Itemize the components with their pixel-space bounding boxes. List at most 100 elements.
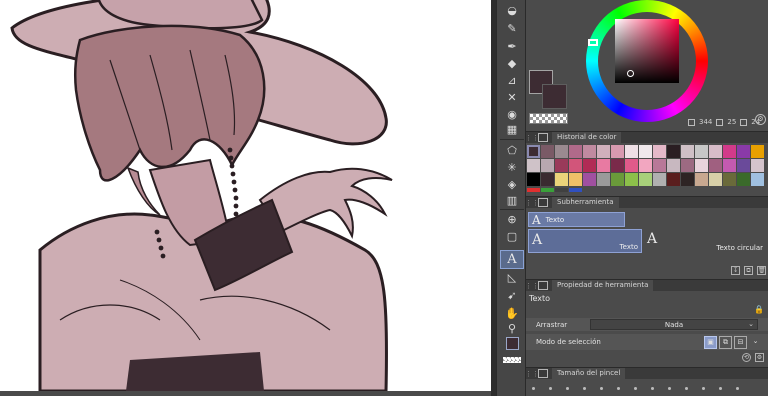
color-history-swatch[interactable] (751, 145, 764, 158)
panel-grip-icon[interactable]: ⋮⋮ (525, 368, 539, 380)
eraser-tool-icon[interactable]: ◆ (501, 55, 523, 72)
transparent-color-icon[interactable] (501, 356, 523, 364)
duplicate-subtool-icon[interactable]: ⧉ (744, 266, 753, 275)
brush-size-preset[interactable] (566, 387, 569, 390)
brush-size-preset[interactable] (651, 387, 654, 390)
color-history-swatch[interactable] (695, 145, 708, 158)
transparent-color-swatch[interactable] (529, 113, 568, 124)
color-history-swatch[interactable] (555, 173, 568, 186)
color-history-swatch[interactable] (611, 173, 624, 186)
color-history-swatch[interactable] (625, 145, 638, 158)
color-history-swatch[interactable] (611, 145, 624, 158)
color-history-swatch[interactable] (737, 159, 750, 172)
color-history-swatch[interactable] (541, 145, 554, 158)
subtool-item-texto-circular[interactable]: A Texto circular (644, 229, 766, 253)
color-history-swatch[interactable] (583, 145, 596, 158)
color-history-swatch[interactable] (681, 145, 694, 158)
brush-size-preset[interactable] (583, 387, 586, 390)
gradient-fill-icon[interactable]: ▥ (501, 192, 523, 209)
color-history-swatch[interactable] (611, 159, 624, 172)
color-history-swatch[interactable] (527, 159, 540, 172)
brush-size-preset[interactable] (634, 387, 637, 390)
color-history-swatch[interactable] (723, 173, 736, 186)
wheel-settings-icon[interactable]: ⚙ (755, 114, 766, 125)
color-history-swatch[interactable] (653, 145, 666, 158)
saturation-value-cursor[interactable] (627, 70, 634, 77)
pen-tool-icon[interactable]: ✎ (501, 20, 523, 37)
lock-icon[interactable]: 🔒 (754, 305, 764, 314)
drag-select[interactable]: Nada ⌄ (590, 319, 758, 330)
selection-mode-add-button[interactable]: ⧉ (719, 335, 732, 349)
color-history-swatch[interactable] (583, 173, 596, 186)
color-history-swatch[interactable] (597, 145, 610, 158)
move-layer-tool-icon[interactable]: ⊕ (501, 211, 523, 228)
color-history-swatch[interactable] (667, 159, 680, 172)
panel-grip-icon[interactable]: ⋮⋮ (525, 280, 539, 292)
color-history-swatch[interactable] (555, 159, 568, 172)
canvas-area[interactable] (0, 0, 491, 396)
hue-marker[interactable] (588, 39, 598, 46)
rect-selection-tool-icon[interactable]: ▢ (501, 228, 523, 245)
color-history-swatch[interactable] (709, 159, 722, 172)
color-history-swatch[interactable] (653, 159, 666, 172)
color-history-swatch[interactable] (527, 145, 540, 158)
selection-mode-subtract-button[interactable]: ⊟ (734, 335, 747, 349)
color-history-swatch[interactable] (625, 173, 638, 186)
color-history-swatch[interactable] (569, 173, 582, 186)
color-history-swatch[interactable] (667, 145, 680, 158)
selection-mode-new-button[interactable]: ▣ (704, 335, 717, 349)
import-subtool-icon[interactable]: ↧ (731, 266, 740, 275)
color-history-swatch[interactable] (723, 145, 736, 158)
color-history-swatch[interactable] (639, 145, 652, 158)
brush-size-preset[interactable] (668, 387, 671, 390)
reset-icon[interactable]: ⟲ (742, 353, 751, 362)
color-history-swatch[interactable] (695, 173, 708, 186)
brush-size-preset[interactable] (736, 387, 739, 390)
color-history-swatch[interactable] (667, 173, 680, 186)
chevron-down-icon[interactable]: ⌄ (749, 336, 762, 349)
fill-tool-icon[interactable]: ⊿ (501, 72, 523, 89)
color-history-swatch[interactable] (681, 173, 694, 186)
brush-size-preset[interactable] (549, 387, 552, 390)
brush-size-preset[interactable] (617, 387, 620, 390)
drawing-canvas[interactable] (0, 0, 491, 391)
brush-size-preset[interactable] (685, 387, 688, 390)
delete-subtool-icon[interactable]: 🗑 (757, 266, 766, 275)
sparkle-tool-icon[interactable]: ✳ (501, 159, 523, 176)
color-history-swatch[interactable] (639, 173, 652, 186)
color-history-swatch[interactable] (737, 173, 750, 186)
subtool-group-tab[interactable]: A Texto (528, 212, 625, 227)
brush-size-preset[interactable] (532, 387, 535, 390)
color-history-swatch[interactable] (723, 159, 736, 172)
color-history-swatch[interactable] (681, 159, 694, 172)
bucket-tool-icon[interactable]: ◈ (501, 176, 523, 193)
panel-grip-icon[interactable]: ⋮⋮ (525, 132, 539, 144)
brush-size-preset[interactable] (702, 387, 705, 390)
saturation-value-square[interactable] (615, 19, 679, 83)
color-history-swatch[interactable] (751, 159, 764, 172)
hsv-mode-icon[interactable] (688, 118, 695, 126)
color-history-swatch[interactable] (709, 173, 722, 186)
sub-color-swatch[interactable] (542, 84, 567, 109)
panel-grip-icon[interactable]: ⋮⋮ (525, 197, 539, 209)
color-history-swatch[interactable] (597, 159, 610, 172)
settings-icon[interactable]: ⚙ (755, 353, 764, 362)
text-tool-icon[interactable]: A (500, 250, 524, 269)
color-indicator-icon[interactable] (501, 335, 523, 352)
brush-size-preset[interactable] (719, 387, 722, 390)
color-history-swatch[interactable] (625, 159, 638, 172)
color-history-swatch[interactable] (527, 173, 540, 186)
color-history-swatch[interactable] (569, 145, 582, 158)
brush-size-preset[interactable] (600, 387, 603, 390)
color-history-title[interactable]: Historial de color (552, 132, 622, 143)
lasso-tool-icon[interactable]: ⬠ (501, 142, 523, 159)
color-history-swatch[interactable] (555, 145, 568, 158)
color-history-swatch[interactable] (541, 159, 554, 172)
color-history-swatch[interactable] (569, 159, 582, 172)
color-history-swatch[interactable] (653, 173, 666, 186)
color-history-swatch[interactable] (737, 145, 750, 158)
frame-tool-icon[interactable]: ▦ (501, 121, 523, 138)
ruler-tool-icon[interactable]: ◺ (501, 269, 523, 286)
tool-property-title[interactable]: Propiedad de herramienta (552, 280, 654, 291)
color-history-swatch[interactable] (709, 145, 722, 158)
